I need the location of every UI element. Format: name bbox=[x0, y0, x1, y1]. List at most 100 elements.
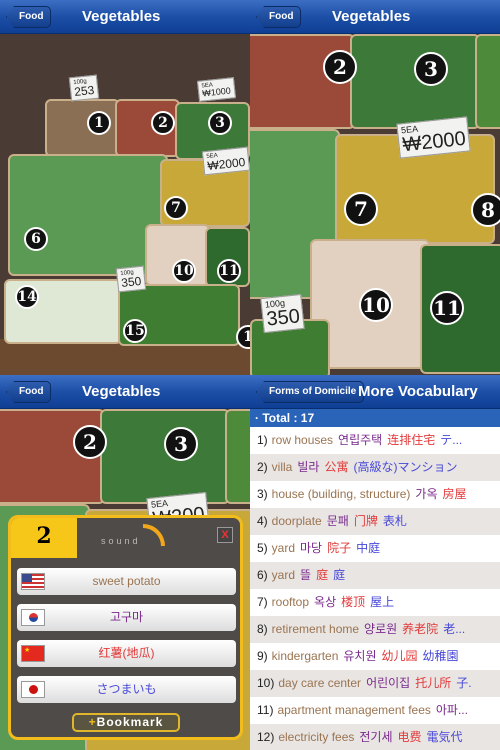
vocab-n: 4) bbox=[257, 514, 268, 528]
price-tag: 5EA ₩2000 bbox=[396, 116, 472, 159]
marker[interactable]: 7 bbox=[164, 196, 188, 220]
vocab-row[interactable]: 4) doorplate 문패 门牌 表札 bbox=[250, 508, 500, 535]
vocab-en: villa bbox=[271, 460, 293, 474]
marker[interactable]: 1 bbox=[87, 111, 111, 135]
bookmark-button[interactable]: +Bookmark bbox=[72, 713, 180, 732]
marker[interactable]: 2 bbox=[73, 425, 107, 459]
vocab-en: retirement home bbox=[271, 622, 360, 636]
japanese-word-button[interactable]: さつまいも bbox=[17, 676, 236, 703]
cucumbers[interactable] bbox=[350, 34, 480, 129]
vocab-row[interactable]: 2) villa 빌라 公寓 (高級な)マンション bbox=[250, 454, 500, 481]
vocab-row[interactable]: 1) row houses 연립주택 连排住宅 テ... bbox=[250, 427, 500, 454]
vocab-zh: 电费 bbox=[397, 730, 422, 744]
vocab-n: 10) bbox=[257, 676, 275, 690]
vocab-ko: 유치원 bbox=[343, 649, 377, 663]
vocab-zh: 房屋 bbox=[442, 487, 467, 501]
vocab-ko: 아파... bbox=[435, 703, 468, 717]
vocab-zh: 庭 bbox=[316, 568, 329, 582]
marker[interactable]: 6 bbox=[24, 227, 48, 251]
vocab-n: 1) bbox=[257, 433, 268, 447]
vocab-ko: 마당 bbox=[300, 541, 323, 555]
sound-wave-icon[interactable] bbox=[143, 524, 165, 546]
vocab-ko: 옥상 bbox=[314, 595, 337, 609]
vocab-ko: 문패 bbox=[326, 514, 349, 528]
vocab-ja: 老... bbox=[443, 622, 466, 636]
vocab-n: 2) bbox=[257, 460, 268, 474]
page-title: Vegetables bbox=[332, 8, 411, 25]
napa-cabbage[interactable] bbox=[8, 154, 168, 276]
vocab-en: yard bbox=[271, 568, 296, 582]
vocab-n: 8) bbox=[257, 622, 268, 636]
vocab-ko: 빌라 bbox=[297, 460, 320, 474]
sound-button[interactable]: sound bbox=[101, 536, 141, 546]
price-tag: 5EA ₩2000 bbox=[201, 146, 250, 176]
back-button[interactable]: Food bbox=[6, 6, 52, 28]
korean-word-button[interactable]: 고구마 bbox=[17, 604, 236, 631]
vocab-list[interactable]: 1) row houses 연립주택 连排住宅 テ... 2) villa 빌라 公寓 (高級な)… bbox=[250, 427, 500, 750]
vocab-zh: 连排住宅 bbox=[387, 433, 436, 447]
vocab-row[interactable]: 10) day care center 어린이집 托儿所 子. bbox=[250, 670, 500, 697]
vocab-zh: 托儿所 bbox=[415, 676, 452, 690]
vocab-en: rooftop bbox=[271, 595, 310, 609]
vocab-en: electricity fees bbox=[278, 730, 355, 744]
vocab-en: day care center bbox=[278, 676, 362, 690]
word-popup: 2 sound X sweet potato 고구마 ★ 红薯(地瓜) さつまい… bbox=[8, 515, 243, 740]
nav-bar: Food Vegetables bbox=[0, 375, 250, 409]
price-tag: 100g 350 bbox=[115, 265, 147, 293]
page-title: Vegetables bbox=[82, 383, 161, 400]
vegetable-stall-illustration: 5EA ₩2000 100g 350 2 3 7 8 10 11 bbox=[250, 34, 500, 375]
page-title: More Vocabulary bbox=[358, 383, 478, 400]
item-number: 2 bbox=[11, 518, 77, 558]
back-button[interactable]: Food bbox=[6, 381, 52, 403]
vocab-row[interactable]: 11) apartment management fees 아파... bbox=[250, 697, 500, 724]
vocab-row[interactable]: 6) yard 뜰 庭庭 bbox=[250, 562, 500, 589]
vocab-n: 3) bbox=[257, 487, 268, 501]
vocab-n: 9) bbox=[257, 649, 268, 663]
vocab-ja: 子. bbox=[456, 676, 472, 690]
vocab-row[interactable]: 3) house (building, structure) 가옥 房屋 bbox=[250, 481, 500, 508]
marker[interactable]: 3 bbox=[164, 427, 198, 461]
close-button[interactable]: X bbox=[217, 527, 233, 543]
vegetable-stall-illustration: 100g 253 5EA ₩1000 5EA ₩2000 100g 350 1 2 3 … bbox=[0, 34, 250, 375]
back-button[interactable]: Forms of Domicile bbox=[256, 381, 365, 403]
vocab-row[interactable]: 12) electricity fees 전기세 电费 電気代 bbox=[250, 724, 500, 750]
marker[interactable]: 11 bbox=[217, 259, 241, 283]
vocab-row[interactable]: 5) yard 마당 院子 中庭 bbox=[250, 535, 500, 562]
china-flag-icon: ★ bbox=[21, 645, 45, 662]
vocab-zh: 门牌 bbox=[353, 514, 378, 528]
marker[interactable]: 7 bbox=[344, 192, 378, 226]
vocab-n: 5) bbox=[257, 541, 268, 555]
vocab-n: 11) bbox=[257, 703, 274, 717]
vocab-n: 6) bbox=[257, 568, 268, 582]
vocab-ko: 양로원 bbox=[364, 622, 398, 636]
vegetables-zoomed-panel: Food Vegetables 5EA ₩2000 100g 350 2 3 7 8… bbox=[250, 0, 500, 375]
price-tag: 100g 253 bbox=[68, 74, 100, 102]
marker[interactable]: 14 bbox=[15, 285, 39, 309]
marker[interactable]: 10 bbox=[172, 259, 196, 283]
marker[interactable]: 8 bbox=[471, 193, 500, 227]
back-button[interactable]: Food bbox=[256, 6, 302, 28]
marker[interactable]: 2 bbox=[151, 111, 175, 135]
cucumbers[interactable] bbox=[100, 409, 230, 504]
vocab-ja: (高級な)マンション bbox=[353, 460, 458, 474]
vocab-row[interactable]: 8) retirement home 양로원 养老院 老... bbox=[250, 616, 500, 643]
nav-bar: Forms of Domicile More Vocabulary bbox=[250, 375, 500, 409]
marker[interactable]: 10 bbox=[359, 288, 393, 322]
marker[interactable]: 11 bbox=[430, 291, 464, 325]
vocab-n: 7) bbox=[257, 595, 268, 609]
korea-flag-icon bbox=[21, 609, 45, 626]
marker[interactable]: 3 bbox=[208, 111, 232, 135]
vocab-ko: 전기세 bbox=[359, 730, 393, 744]
marker[interactable]: 3 bbox=[414, 52, 448, 86]
marker[interactable]: 2 bbox=[323, 50, 357, 84]
vocab-row[interactable]: 9) kindergarten 유치원 幼儿园 幼稚園 bbox=[250, 643, 500, 670]
vocab-ja: 中庭 bbox=[356, 541, 381, 555]
vocab-ja: 電気代 bbox=[426, 730, 463, 744]
vocab-ko: 뜰 bbox=[300, 568, 312, 582]
vegetables-popup-panel: Food Vegetables 5EA₩200 2 3 2 sound X sw… bbox=[0, 375, 250, 750]
vocab-ja: 屋上 bbox=[370, 595, 395, 609]
vocab-row[interactable]: 7) rooftop 옥상 楼顶 屋上 bbox=[250, 589, 500, 616]
english-word-button[interactable]: sweet potato bbox=[17, 568, 236, 595]
chinese-word-button[interactable]: ★ 红薯(地瓜) bbox=[17, 640, 236, 667]
marker[interactable]: 15 bbox=[123, 319, 147, 343]
